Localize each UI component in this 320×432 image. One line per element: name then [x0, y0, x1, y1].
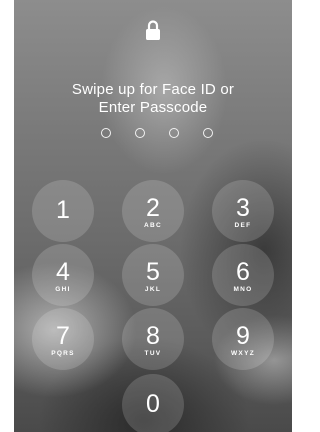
passcode-dot-3 [169, 128, 179, 138]
keypad-key-2[interactable]: 2 ABC [122, 180, 184, 242]
passcode-dot-4 [203, 128, 213, 138]
key-digit: 6 [236, 258, 250, 286]
passcode-prompt: Swipe up for Face ID or Enter Passcode [14, 81, 292, 117]
key-letters: DEF [234, 222, 252, 229]
key-digit: 7 [56, 322, 70, 350]
key-digit: 4 [56, 258, 70, 286]
key-digit: 3 [236, 194, 250, 222]
key-letters: PQRS [51, 350, 75, 357]
key-digit: 2 [146, 194, 160, 222]
key-letters: ABC [144, 222, 162, 229]
key-letters: GHI [55, 286, 71, 293]
key-letters: MNO [233, 286, 253, 293]
passcode-dot-1 [101, 128, 111, 138]
key-digit: 9 [236, 322, 250, 350]
padlock-icon [146, 20, 160, 40]
key-letters: WXYZ [231, 350, 255, 357]
passcode-dots [101, 128, 213, 140]
prompt-line-2: Enter Passcode [98, 99, 208, 116]
prompt-line-1: Swipe up for Face ID or [71, 81, 235, 98]
keypad-key-4[interactable]: 4 GHI [32, 244, 94, 306]
keypad-key-6[interactable]: 6 MNO [212, 244, 274, 306]
lock-screen: Swipe up for Face ID or Enter Passcode 1… [14, 0, 292, 432]
passcode-dot-2 [135, 128, 145, 138]
keypad-key-3[interactable]: 3 DEF [212, 180, 274, 242]
key-digit: 0 [146, 390, 160, 418]
keypad-key-7[interactable]: 7 PQRS [32, 308, 94, 370]
key-digit: 8 [146, 322, 160, 350]
key-digit: 1 [56, 196, 70, 224]
key-letters: JKL [144, 286, 162, 293]
key-letters: TUV [144, 350, 162, 357]
keypad-key-5[interactable]: 5 JKL [122, 244, 184, 306]
keypad-key-1[interactable]: 1 [32, 180, 94, 242]
key-digit: 5 [146, 258, 160, 286]
keypad-key-9[interactable]: 9 WXYZ [212, 308, 274, 370]
keypad-key-0[interactable]: 0 [122, 374, 184, 432]
keypad-key-8[interactable]: 8 TUV [122, 308, 184, 370]
